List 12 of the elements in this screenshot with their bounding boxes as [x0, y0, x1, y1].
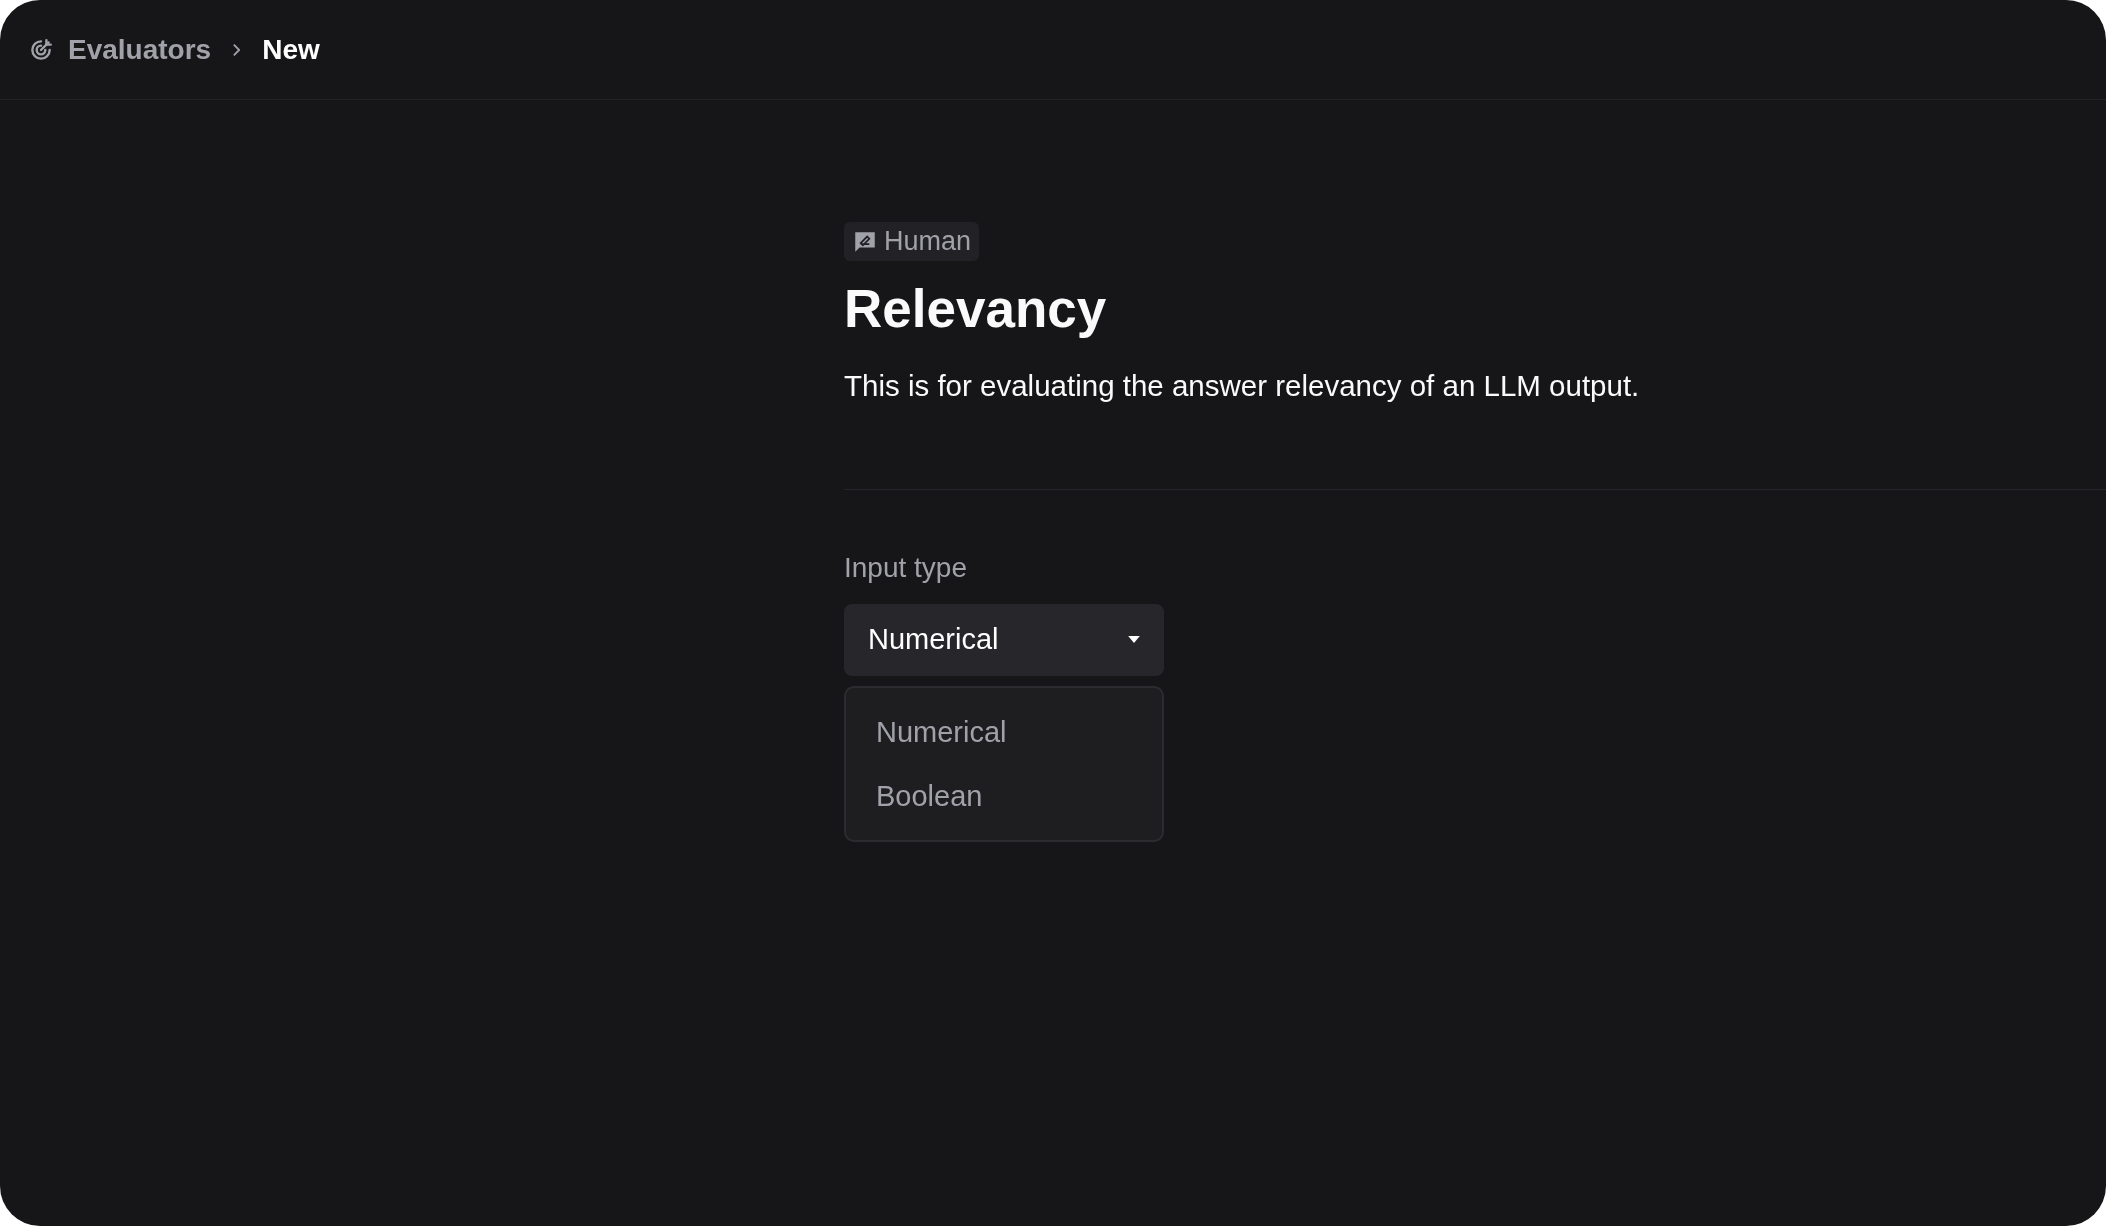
breadcrumb-link[interactable]: Evaluators: [68, 33, 212, 66]
caret-icon: [1128, 636, 1140, 644]
badge-label: Human: [884, 226, 972, 257]
dropdown-option[interactable]: Boolean: [846, 763, 1162, 828]
field-label: Input type: [844, 551, 968, 584]
breadcrumb-link[interactable]: New: [262, 33, 320, 66]
dropdown-option[interactable]: Numerical: [846, 699, 1162, 764]
description: This is for evaluating the answer relevancy of an LLM output.: [844, 368, 1641, 403]
select-field[interactable]: Numerical: [844, 603, 1164, 676]
target-icon: [28, 36, 54, 63]
page-title: Relevancy: [844, 278, 1108, 340]
chevron-icon: [233, 43, 241, 56]
